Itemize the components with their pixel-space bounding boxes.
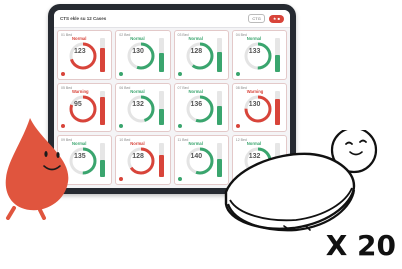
- status-dot: [61, 71, 65, 76]
- card-state: Normal: [130, 141, 145, 147]
- card-value: 136: [190, 100, 203, 108]
- card-value: 133: [248, 48, 261, 55]
- level-bar: [216, 38, 222, 72]
- app-title: CTS ekle su 12 Cases: [60, 16, 107, 21]
- pressure-pad-mascot: [224, 130, 378, 232]
- status-dot: [235, 124, 240, 129]
- status-dot: [235, 71, 240, 76]
- status-dot: [177, 177, 182, 181]
- app-header: CTS ekle su 12 Cases CTG ★ ■: [54, 10, 290, 28]
- level-bar-fill: [216, 105, 222, 125]
- level-bar-fill: [275, 99, 280, 125]
- blood-drop-mascot: [5, 118, 69, 220]
- level-bar: [216, 90, 222, 125]
- monitor-card[interactable]: 06 Bed Normal 132: [115, 82, 171, 133]
- level-bar-fill: [158, 155, 164, 178]
- card-value: 130: [248, 100, 261, 108]
- status-dot: [119, 71, 124, 76]
- level-bar: [158, 143, 164, 178]
- status-dot: [119, 177, 124, 181]
- level-bar: [100, 90, 106, 125]
- card-state: Normal: [188, 141, 203, 147]
- card-state: Warning: [72, 88, 89, 94]
- level-bar: [100, 38, 106, 72]
- device-selector[interactable]: CTG: [248, 14, 265, 23]
- monitor-card[interactable]: 08 Bed Warning 130: [231, 82, 287, 133]
- level-bar-fill: [275, 55, 280, 72]
- card-value: 128: [190, 48, 203, 55]
- card-state: Normal: [246, 36, 262, 41]
- level-bar-fill: [100, 97, 106, 125]
- level-bar: [100, 143, 106, 178]
- card-state: Normal: [130, 88, 145, 94]
- level-bar: [275, 38, 280, 72]
- card-state: Normal: [72, 36, 87, 41]
- card-value: 128: [132, 153, 144, 161]
- card-value: 132: [132, 100, 144, 108]
- card-state: Normal: [188, 36, 203, 41]
- card-state: Normal: [130, 36, 145, 41]
- monitor-card[interactable]: 03 Bed Normal 128: [173, 30, 229, 80]
- card-value: 95: [74, 100, 82, 108]
- level-bar: [275, 90, 280, 125]
- card-state: Normal: [188, 88, 203, 94]
- card-state: Warning: [246, 88, 264, 94]
- level-bar-fill: [216, 51, 222, 72]
- card-value: 130: [132, 48, 144, 55]
- card-value: 123: [74, 48, 86, 55]
- monitor-card[interactable]: 02 Bed Normal 130: [115, 30, 171, 80]
- level-bar-fill: [158, 109, 164, 125]
- card-value: 140: [190, 153, 203, 161]
- level-bar-fill: [100, 48, 106, 72]
- level-bar-fill: [100, 160, 106, 178]
- monitor-card[interactable]: 04 Bed Normal 133: [231, 30, 287, 80]
- alert-button[interactable]: ★ ■: [268, 14, 284, 23]
- quantity-label: X 20: [325, 229, 396, 262]
- monitor-card[interactable]: 10 Bed Normal 128: [115, 135, 171, 185]
- level-bar-fill: [158, 53, 164, 72]
- status-dot: [177, 71, 182, 76]
- monitor-card[interactable]: 01 Bed Normal 123: [57, 30, 113, 80]
- status-dot: [119, 124, 124, 129]
- status-dot: [177, 124, 182, 129]
- level-bar: [158, 38, 164, 72]
- level-bar: [158, 90, 164, 125]
- monitor-card[interactable]: 07 Bed Normal 136: [173, 82, 229, 133]
